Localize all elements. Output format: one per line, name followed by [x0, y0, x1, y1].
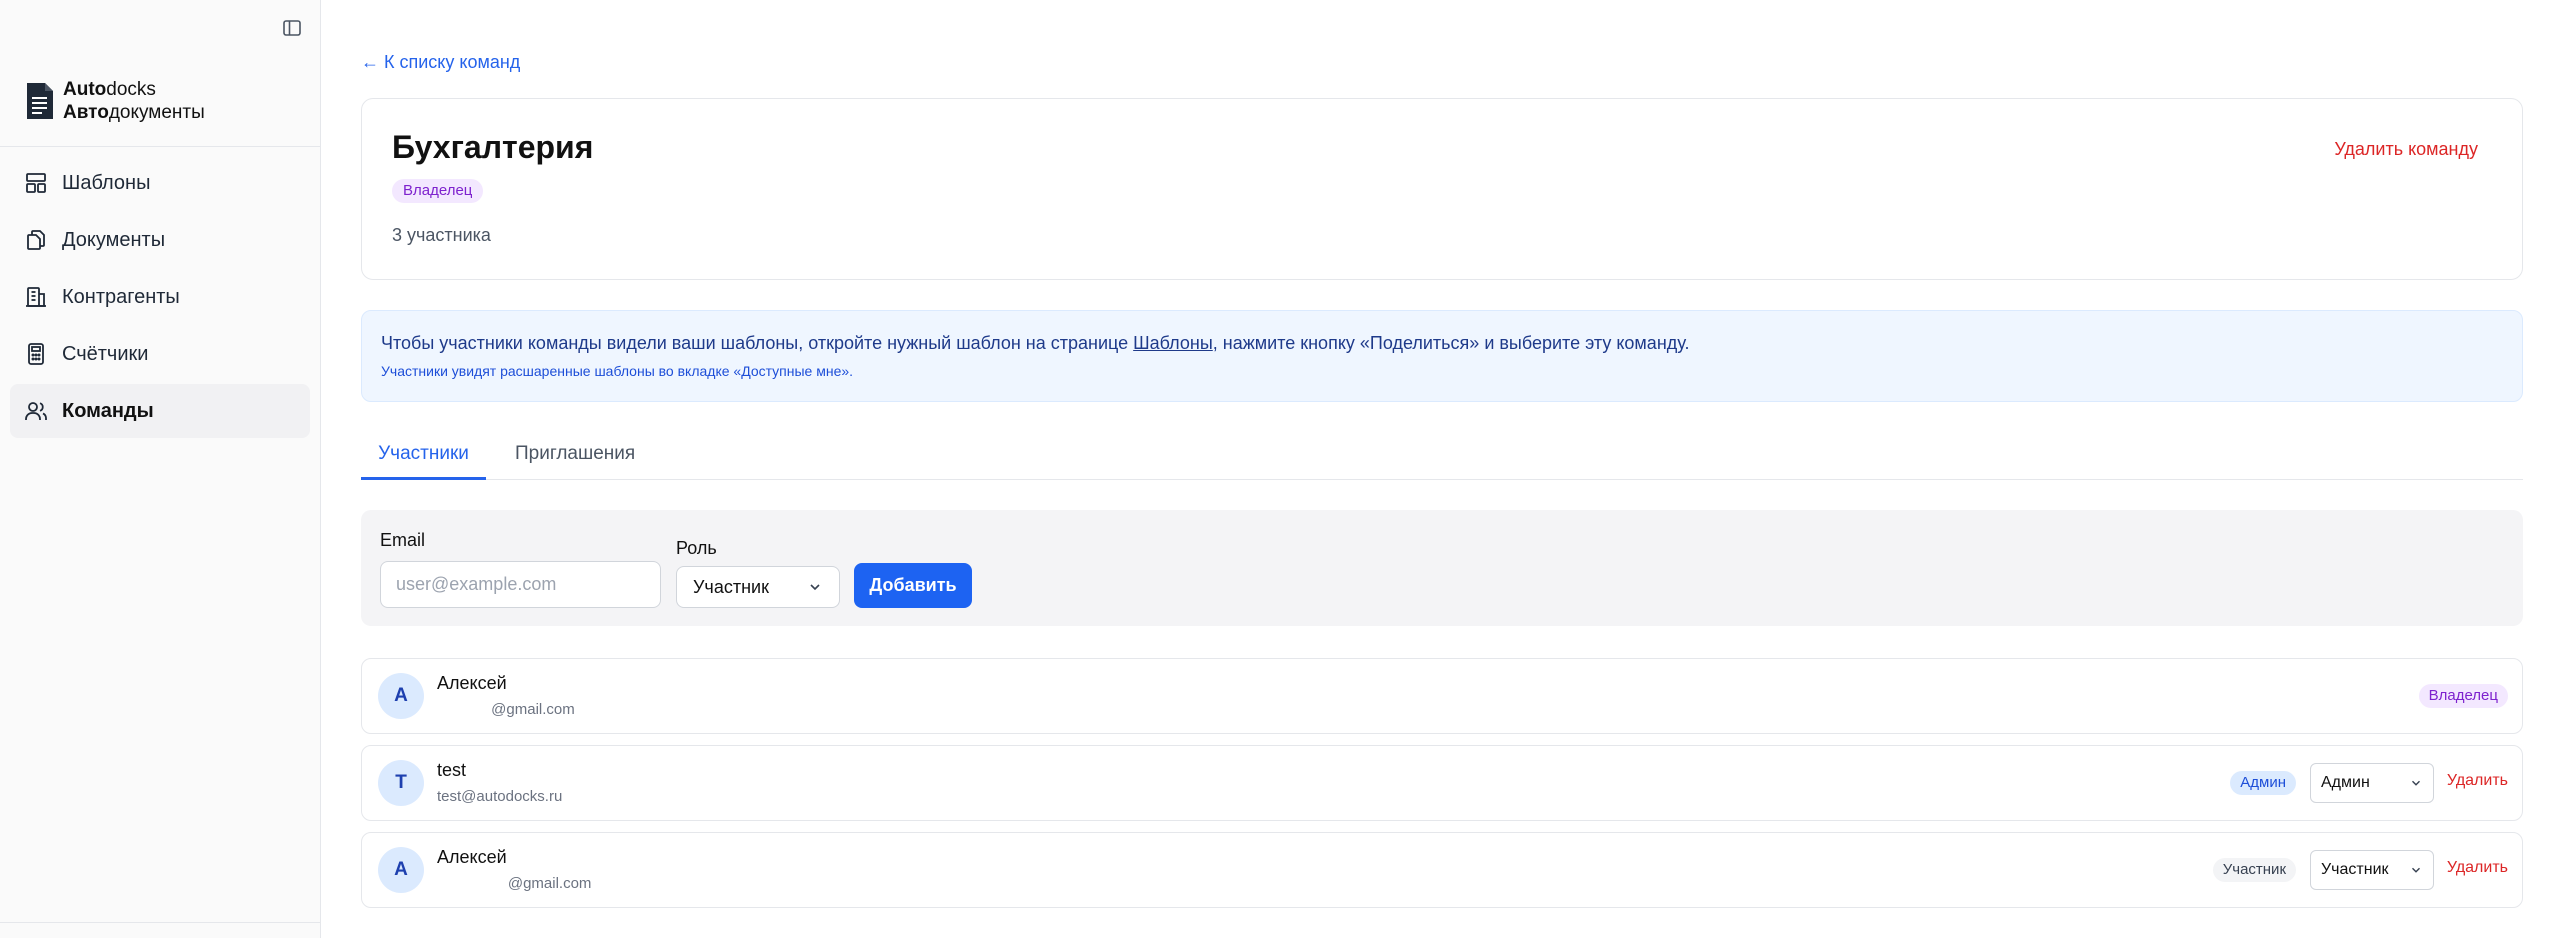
documents-icon: [27, 230, 45, 250]
sidebar-nav: Шаблоны Документы Контрагенты Счётчики К…: [10, 156, 310, 441]
remove-member-button[interactable]: Удалить: [2447, 772, 2508, 790]
email-label: Email: [380, 530, 426, 550]
avatar: T: [378, 760, 424, 806]
member-name: Алексей: [437, 847, 507, 867]
info-text: Чтобы участники команды видели ваши шабл…: [381, 333, 1690, 353]
delete-team-button[interactable]: Удалить команду: [2334, 139, 2478, 160]
users-icon: [25, 402, 47, 420]
building-icon: [26, 287, 46, 307]
chevron-down-icon: [2412, 780, 2420, 786]
avatar: А: [378, 847, 424, 893]
member-role-badge: Участник: [2212, 858, 2296, 882]
logo-text: Autodocks Автодокументы: [63, 79, 205, 123]
sidebar-item-counters[interactable]: Счётчики: [10, 327, 310, 381]
back-to-teams-link[interactable]: ← К списку команд: [361, 52, 520, 73]
member-role-select-value: Участник: [2321, 861, 2389, 878]
sidebar-item-counterparties[interactable]: Контрагенты: [10, 270, 310, 324]
chevron-down-icon: [810, 584, 820, 591]
logo[interactable]: Autodocks Автодокументы: [25, 78, 205, 124]
member-email: test@autodocks.ru: [437, 788, 563, 805]
page-title: Бухгалтерия: [392, 129, 594, 165]
email-input[interactable]: [380, 561, 661, 608]
templates-link[interactable]: Шаблоны: [1133, 333, 1213, 353]
document-logo-icon: [27, 83, 53, 119]
tab-invitations[interactable]: Приглашения: [515, 430, 635, 480]
remove-member-button[interactable]: Удалить: [2447, 859, 2508, 877]
member-role-select-value: Админ: [2321, 774, 2370, 791]
tab-members[interactable]: Участники: [361, 430, 486, 480]
member-email: @gmail.com: [437, 875, 592, 892]
sidebar-item-label: Счётчики: [62, 342, 149, 365]
sidebar: Autodocks Автодокументы Шаблоны Документ…: [0, 0, 321, 938]
sidebar-item-label: Контрагенты: [62, 285, 180, 308]
tabs: Участники Приглашения: [361, 430, 2523, 480]
member-role-select[interactable]: Админ: [2310, 763, 2434, 803]
member-name: Алексей: [437, 673, 507, 693]
chevron-down-icon: [2412, 867, 2420, 873]
avatar: А: [378, 673, 424, 719]
templates-icon: [26, 173, 46, 193]
sidebar-item-label: Команды: [62, 399, 154, 422]
member-row: А Алексей @gmail.com Участник Участник У…: [361, 832, 2523, 908]
member-row: А Алексей @gmail.com Владелец: [361, 658, 2523, 734]
team-card: Бухгалтерия Владелец 3 участника Удалить…: [361, 98, 2523, 280]
member-email: @gmail.com: [437, 701, 575, 718]
add-member-panel: Email Роль Участник Добавить: [361, 510, 2523, 626]
member-role-badge: Владелец: [2418, 684, 2508, 708]
calculator-icon: [28, 343, 44, 365]
add-member-button[interactable]: Добавить: [854, 563, 972, 608]
sidebar-item-teams[interactable]: Команды: [10, 384, 310, 438]
role-select[interactable]: Участник: [676, 566, 840, 608]
sidebar-divider: [0, 146, 321, 147]
member-count: 3 участника: [392, 225, 491, 245]
sidebar-item-documents[interactable]: Документы: [10, 213, 310, 267]
sidebar-item-label: Шаблоны: [62, 171, 151, 194]
member-row: T test test@autodocks.ru Админ Админ Уда…: [361, 745, 2523, 821]
sidebar-item-label: Документы: [62, 228, 166, 251]
member-name: test: [437, 760, 467, 780]
role-select-value: Участник: [693, 576, 769, 597]
role-badge: Владелец: [392, 179, 484, 203]
info-subtext: Участники увидят расшаренные шаблоны во …: [381, 363, 854, 379]
member-role-select[interactable]: Участник: [2310, 850, 2434, 890]
sidebar-toggle-icon[interactable]: [280, 16, 304, 40]
sidebar-footer-divider: [0, 922, 321, 923]
info-banner: Чтобы участники команды видели ваши шабл…: [361, 310, 2523, 402]
main-content: ← К списку команд Бухгалтерия Владелец 3…: [361, 0, 2523, 938]
sidebar-item-templates[interactable]: Шаблоны: [10, 156, 310, 210]
role-label: Роль: [676, 538, 717, 558]
member-role-badge: Админ: [2230, 771, 2296, 795]
